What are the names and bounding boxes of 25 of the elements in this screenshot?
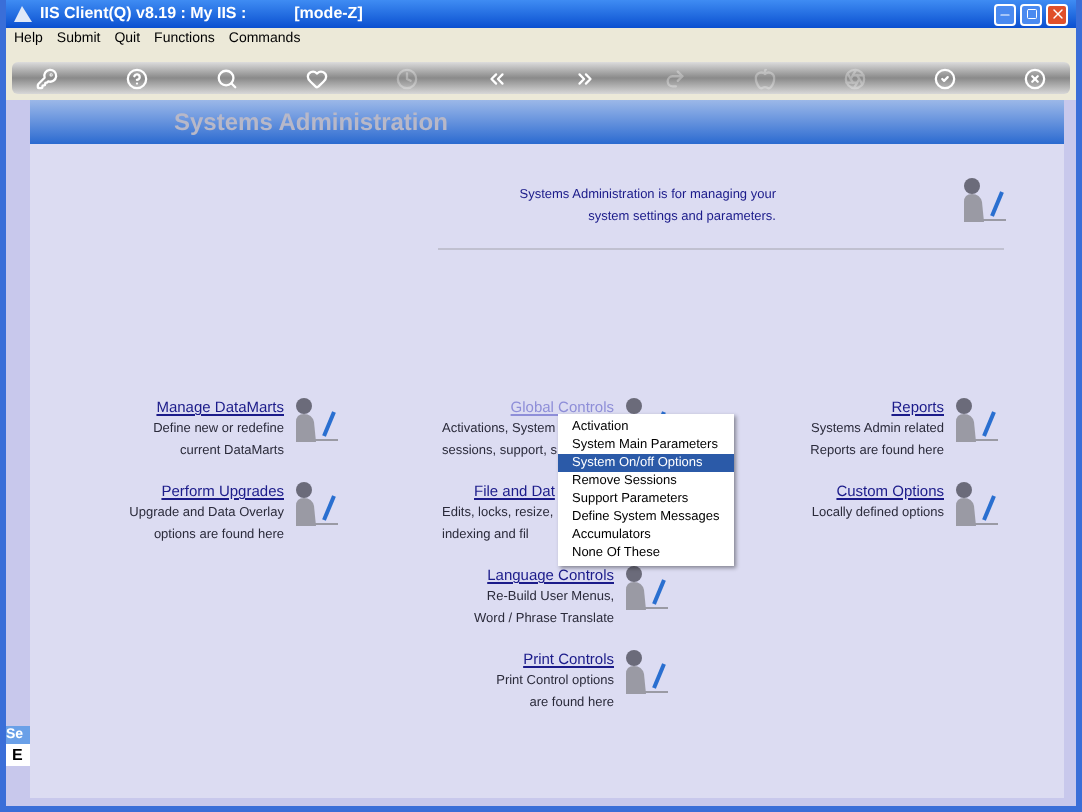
person-with-pen-icon xyxy=(952,396,1000,444)
close-icon xyxy=(1049,6,1065,22)
search-icon[interactable] xyxy=(215,67,238,89)
close-icon[interactable] xyxy=(1023,67,1046,89)
key-icon[interactable] xyxy=(36,67,58,89)
person-with-pen-icon xyxy=(960,176,1008,224)
app-icon xyxy=(14,6,32,22)
heart-icon[interactable] xyxy=(305,67,328,89)
background-label: E xyxy=(6,744,30,766)
close-button[interactable] xyxy=(1046,3,1068,25)
check-icon[interactable] xyxy=(934,67,957,89)
person-with-pen-icon xyxy=(292,396,340,444)
window-mode: [mode-Z] xyxy=(294,2,363,26)
minimize-button[interactable] xyxy=(994,3,1016,25)
maximize-icon xyxy=(1025,8,1037,20)
page-title: Systems Administration xyxy=(174,106,448,140)
double-chevron-right-icon[interactable] xyxy=(574,67,597,89)
person-with-pen-icon xyxy=(622,648,670,696)
person-with-pen-icon xyxy=(292,480,340,528)
help-icon[interactable] xyxy=(125,67,148,89)
person-with-pen-icon xyxy=(952,480,1000,528)
person-with-pen-icon xyxy=(622,564,670,612)
double-chevron-left-icon[interactable] xyxy=(485,67,508,89)
maximize-button[interactable] xyxy=(1020,3,1042,25)
window-title: IIS Client(Q) v8.19 : My IIS : xyxy=(40,2,247,26)
